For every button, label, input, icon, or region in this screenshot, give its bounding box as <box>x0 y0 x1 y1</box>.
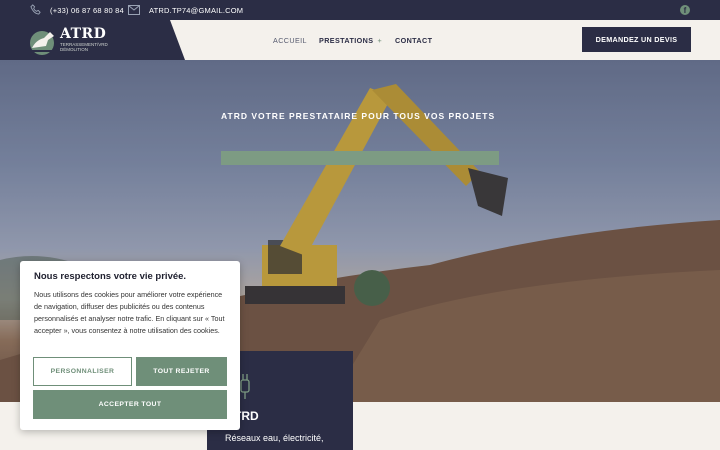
nav-prestations-label[interactable]: PRESTATIONS <box>319 36 373 45</box>
logo-subtitle: TERRASSEMENT/VRD DÉMOLITION <box>60 42 108 52</box>
cookie-consent-dialog: Nous respectons votre vie privée. Nous u… <box>20 261 240 430</box>
cookie-text: Nous utilisons des cookies pour améliore… <box>34 290 225 335</box>
accept-all-button[interactable]: ACCEPTER TOUT <box>33 390 227 419</box>
plus-icon[interactable]: + <box>377 36 382 45</box>
logo-excavator-icon[interactable] <box>26 26 58 56</box>
hero-title: ATRD VOTRE PRESTATAIRE POUR TOUS VOS PRO… <box>221 111 496 121</box>
logo-title[interactable]: ATRD <box>60 26 106 42</box>
mail-icon <box>128 5 140 15</box>
top-bar: (+33) 06 87 68 80 84 ATRD.TP74@GMAIL.COM… <box>0 0 720 20</box>
quote-request-button[interactable]: DEMANDEZ UN DEVIS <box>582 27 691 52</box>
nav-prestations[interactable]: PRESTATIONS + <box>319 36 382 45</box>
email-link[interactable]: ATRD.TP74@GMAIL.COM <box>149 6 243 15</box>
reject-all-button[interactable]: TOUT REJETER <box>136 357 227 386</box>
nav-accueil[interactable]: ACCUEIL <box>273 36 307 45</box>
site-header: ATRD TERRASSEMENT/VRD DÉMOLITION ACCUEIL… <box>0 20 720 60</box>
service-card-description: Réseaux eau, électricité, <box>225 433 324 443</box>
phone-link[interactable]: (+33) 06 87 68 80 84 <box>50 6 124 15</box>
facebook-icon[interactable]: f <box>680 5 690 15</box>
nav-contact[interactable]: CONTACT <box>395 36 432 45</box>
customize-button[interactable]: PERSONNALISER <box>33 357 132 386</box>
phone-icon <box>30 4 41 15</box>
plug-icon <box>240 374 250 399</box>
hero-accent-bar <box>221 151 499 165</box>
cookie-title: Nous respectons votre vie privée. <box>34 271 187 282</box>
